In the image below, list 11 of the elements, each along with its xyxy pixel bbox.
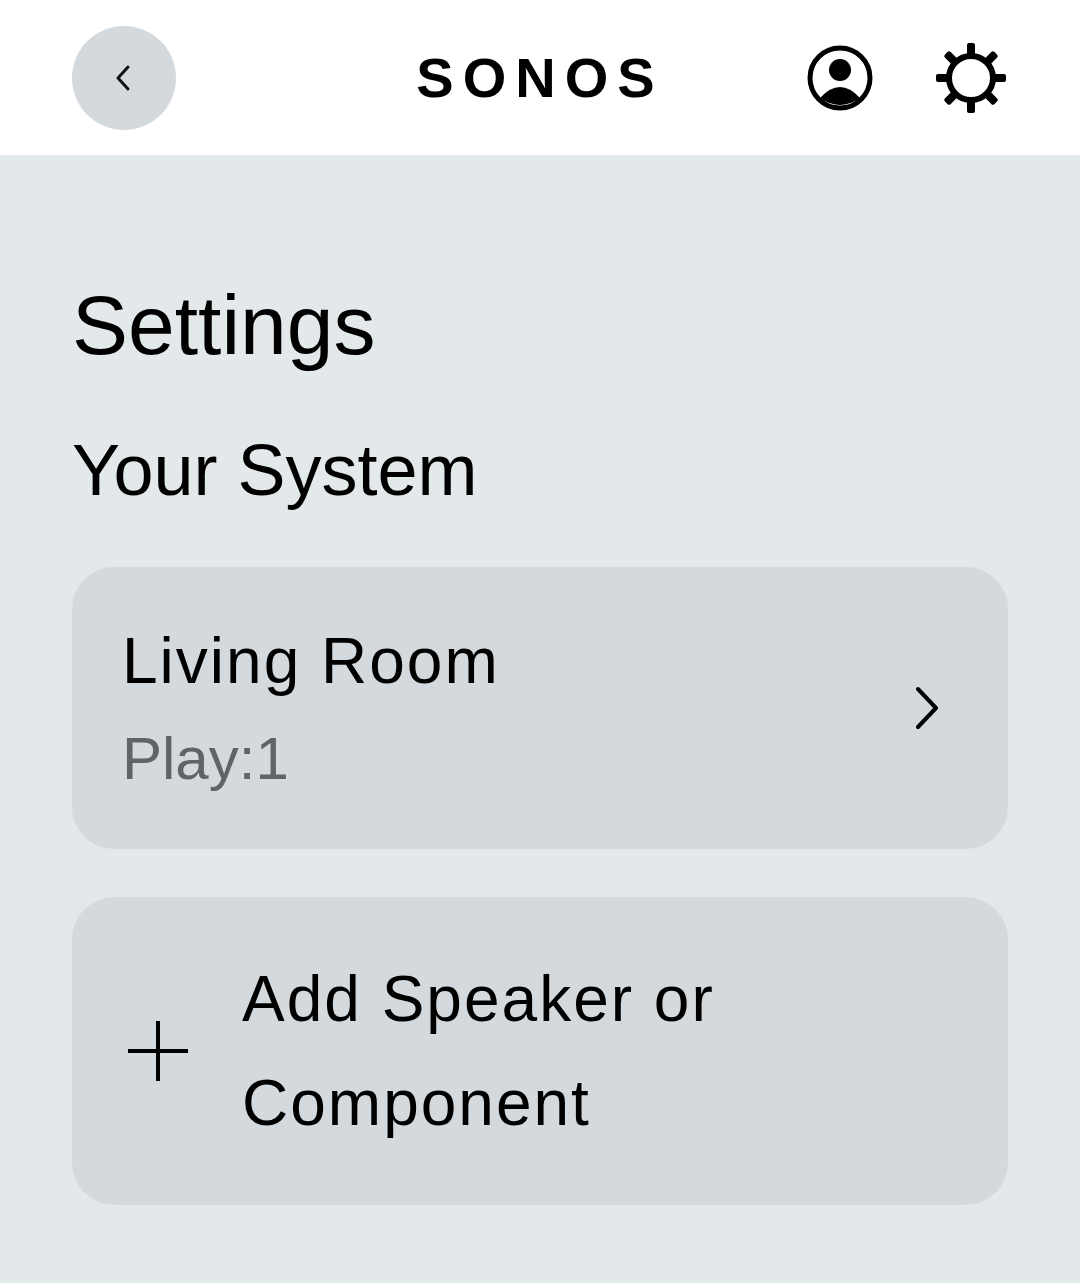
room-card[interactable]: Living Room Play:1 [72, 567, 1008, 849]
page-title: Settings [72, 277, 377, 374]
add-speaker-label: Add Speaker or Component [242, 962, 716, 1141]
speaker-model: Play:1 [122, 724, 289, 794]
room-name: Living Room [122, 624, 500, 699]
section-heading: Your System [72, 429, 479, 512]
add-speaker-card[interactable]: Add Speaker or Component [72, 897, 1008, 1205]
settings-icon[interactable] [934, 40, 1008, 115]
plus-icon [126, 1019, 190, 1083]
account-icon[interactable] [806, 43, 874, 112]
sonos-logo: SONOS [416, 45, 664, 110]
